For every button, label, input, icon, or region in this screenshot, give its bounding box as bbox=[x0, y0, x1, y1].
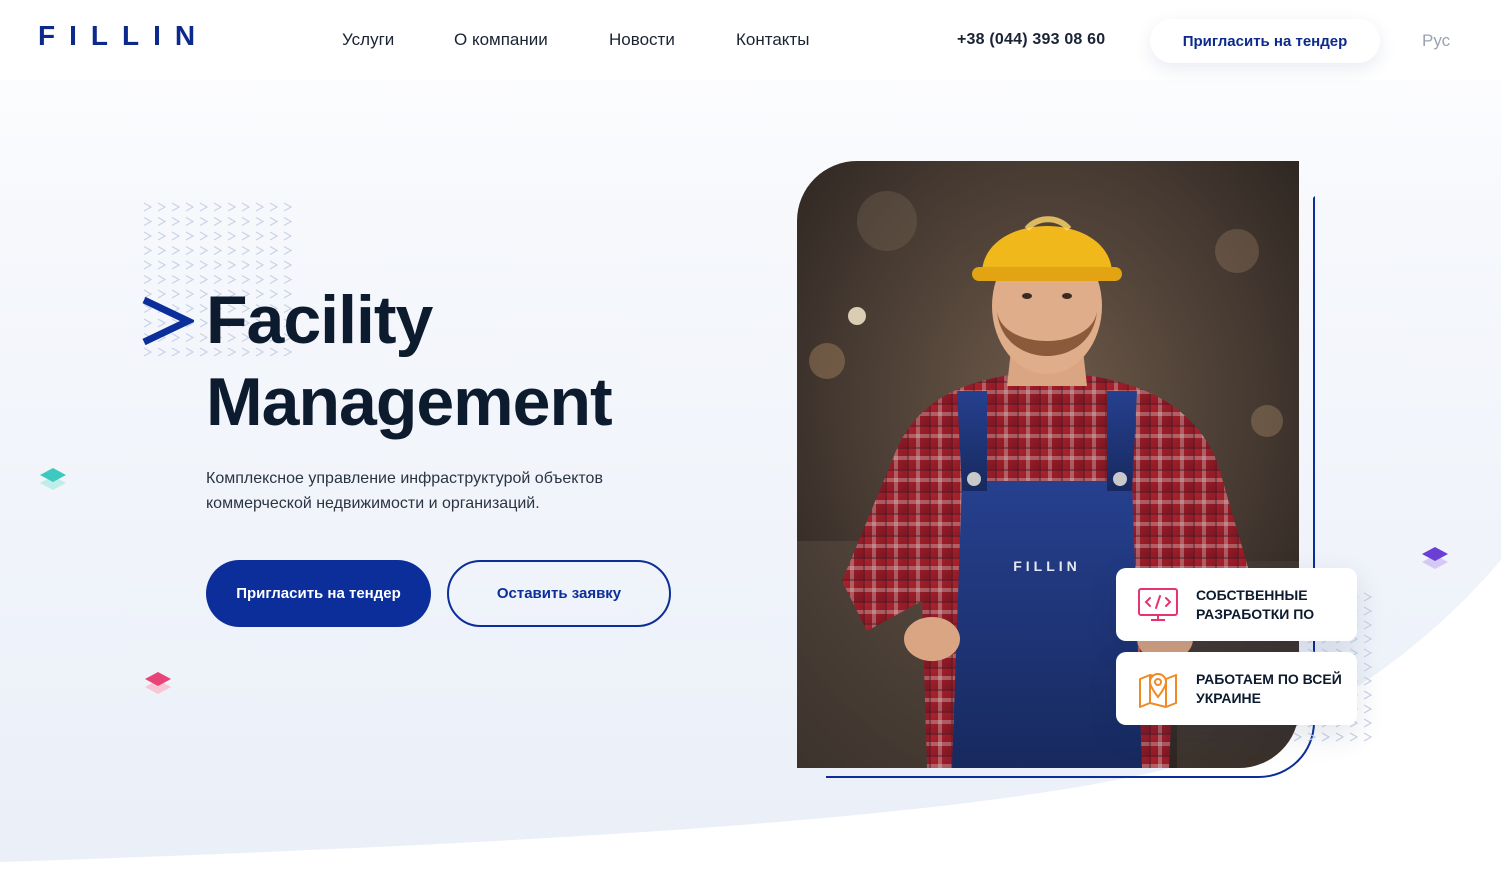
phone-number[interactable]: +38 (044) 393 08 60 bbox=[957, 31, 1105, 49]
feature-card-ukraine: Работаем по всей Украине bbox=[1116, 652, 1357, 725]
hero-title-line-2: Management bbox=[206, 364, 613, 440]
svg-text:FILLIN: FILLIN bbox=[1013, 558, 1081, 574]
feature-card-software: Собственные разработки ПО bbox=[1116, 568, 1357, 641]
code-monitor-icon bbox=[1138, 587, 1178, 621]
hero-title-line-1: Facility bbox=[206, 282, 433, 358]
nav-item-contacts[interactable]: Контакты bbox=[736, 30, 809, 50]
invite-tender-button[interactable]: Пригласить на тендер bbox=[206, 560, 431, 627]
hero-subtitle: Комплексное управление инфраструктурой о… bbox=[206, 470, 603, 512]
feature-label-software: Собственные разработки ПО bbox=[1196, 586, 1315, 622]
logo-text: FILLIN bbox=[38, 20, 210, 51]
language-switcher[interactable]: Рус bbox=[1422, 31, 1450, 51]
hero-chevron-icon bbox=[142, 296, 194, 346]
invite-tender-header-button[interactable]: Пригласить на тендер bbox=[1150, 19, 1380, 63]
purple-diamond-decoration bbox=[1422, 547, 1448, 569]
feature-label-ukraine: Работаем по всей Украине bbox=[1196, 670, 1342, 706]
nav-item-about[interactable]: О компании bbox=[454, 30, 548, 50]
leave-request-button[interactable]: Оставить заявку bbox=[447, 560, 671, 627]
teal-diamond-decoration bbox=[40, 468, 66, 490]
logo[interactable]: FILLIN bbox=[38, 20, 209, 52]
nav-item-services[interactable]: Услуги bbox=[342, 30, 394, 50]
map-pin-icon bbox=[1139, 672, 1177, 708]
pink-diamond-decoration bbox=[145, 672, 171, 694]
nav-item-news[interactable]: Новости bbox=[609, 30, 675, 50]
